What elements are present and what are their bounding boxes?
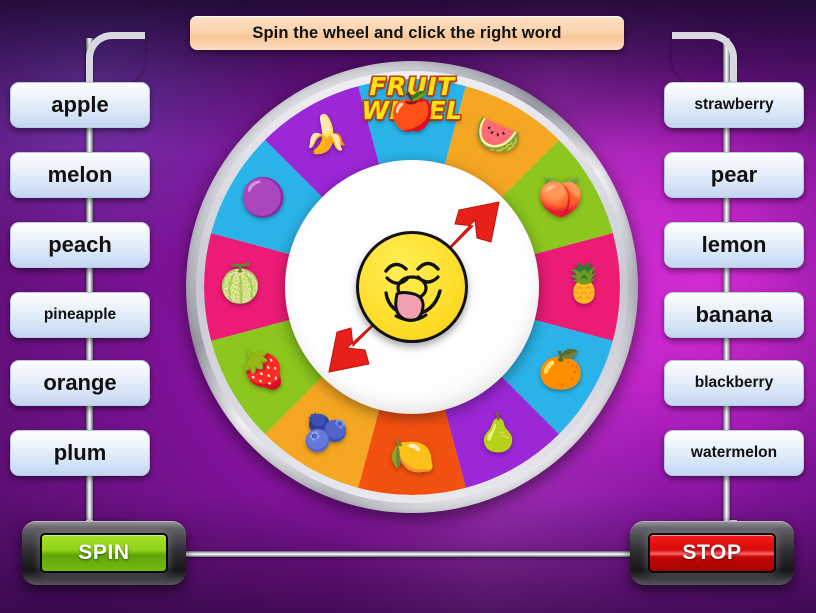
- fruit-wheel-game: Spin the wheel and click the right word …: [0, 0, 816, 613]
- spin-button-face: SPIN: [40, 533, 168, 573]
- frame-corner-top-left: [86, 32, 145, 85]
- word-button-peach[interactable]: peach: [10, 222, 150, 268]
- word-button-banana[interactable]: banana: [664, 292, 804, 338]
- word-button-label: melon: [47, 162, 113, 187]
- word-button-plum[interactable]: plum: [10, 430, 150, 476]
- smiley-face-icon: [356, 231, 468, 343]
- instruction-text: Spin the wheel and click the right word: [252, 23, 562, 42]
- word-button-strawberry[interactable]: strawberry: [664, 82, 804, 128]
- word-button-label: blackberry: [694, 374, 774, 391]
- word-button-label: orange: [43, 370, 117, 395]
- word-button-label: banana: [695, 302, 773, 327]
- word-button-label: apple: [51, 92, 109, 117]
- word-button-label: pear: [710, 162, 758, 187]
- word-button-orange[interactable]: orange: [10, 360, 150, 406]
- stop-button-label: STOP: [682, 541, 742, 564]
- spin-button[interactable]: SPIN: [22, 521, 186, 585]
- word-button-label: peach: [48, 232, 112, 257]
- word-button-label: lemon: [701, 232, 767, 257]
- word-button-lemon[interactable]: lemon: [664, 222, 804, 268]
- word-button-label: plum: [53, 440, 107, 465]
- word-button-apple[interactable]: apple: [10, 82, 150, 128]
- fruit-wheel[interactable]: FRUIT WHEEL 🍎🍉🍑🍍🍊🍐�: [186, 61, 638, 513]
- word-button-label: pineapple: [43, 306, 117, 323]
- stop-button-face: STOP: [648, 533, 776, 573]
- stop-button[interactable]: STOP: [630, 521, 794, 585]
- word-button-watermelon[interactable]: watermelon: [664, 430, 804, 476]
- word-button-pear[interactable]: pear: [664, 152, 804, 198]
- frame-corner-top-right: [672, 32, 737, 85]
- word-button-pineapple[interactable]: pineapple: [10, 292, 150, 338]
- word-button-melon[interactable]: melon: [10, 152, 150, 198]
- word-button-blackberry[interactable]: blackberry: [664, 360, 804, 406]
- instruction-banner: Spin the wheel and click the right word: [190, 16, 624, 50]
- spin-button-label: SPIN: [78, 541, 130, 564]
- word-button-label: watermelon: [690, 444, 778, 461]
- word-button-label: strawberry: [694, 96, 774, 113]
